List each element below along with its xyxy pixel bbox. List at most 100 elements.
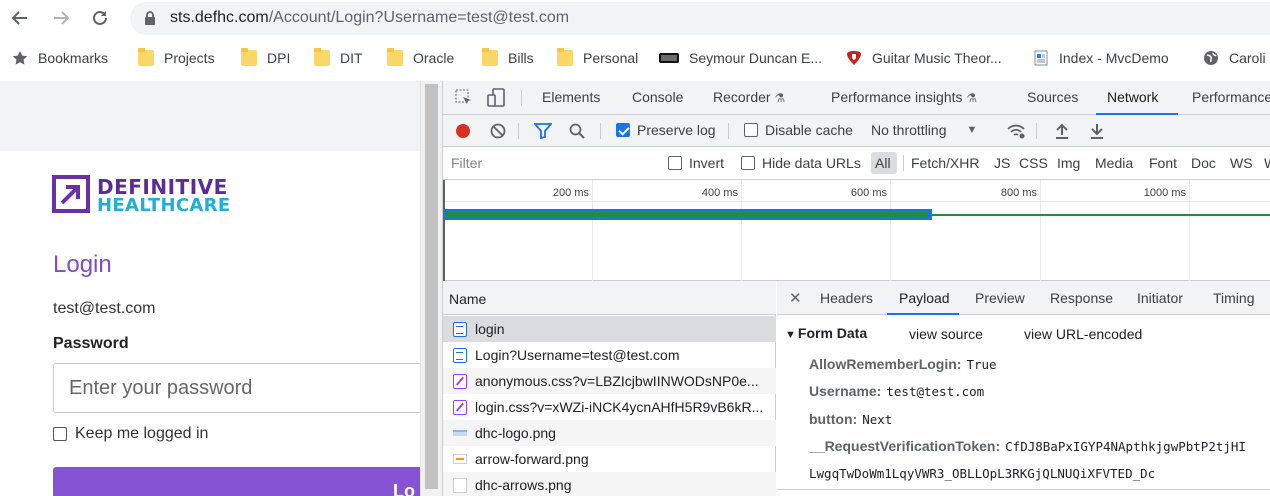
view-url-encoded-link[interactable]: view URL-encoded bbox=[1024, 326, 1142, 342]
tab-sources[interactable]: Sources bbox=[1027, 89, 1078, 105]
keep-logged-in-checkbox[interactable]: Keep me logged in bbox=[53, 425, 208, 443]
filter-type-wasm[interactable]: W bbox=[1264, 155, 1270, 171]
bookmark-label: Index - MvcDemo bbox=[1059, 50, 1169, 66]
filter-input[interactable] bbox=[447, 152, 652, 174]
hide-data-urls-checkbox[interactable]: Hide data URLs bbox=[741, 155, 861, 171]
bookmark-label: Bills bbox=[508, 50, 534, 66]
password-label: Password bbox=[53, 335, 129, 352]
login-button[interactable]: Lo bbox=[53, 467, 420, 496]
filter-type-media[interactable]: Media bbox=[1095, 155, 1133, 171]
bookmark-bookmarks[interactable]: Bookmarks bbox=[12, 48, 108, 68]
logo: DEFINITIVE HEALTHCARE bbox=[52, 175, 242, 219]
bookmark-projects[interactable]: Projects bbox=[138, 48, 215, 68]
network-timeline-overview[interactable]: 200 ms 400 ms 600 ms 800 ms 1000 ms bbox=[443, 180, 1270, 281]
filter-icon[interactable] bbox=[534, 123, 552, 139]
tab-payload[interactable]: Payload bbox=[899, 290, 950, 306]
hide-data-urls-label: Hide data URLs bbox=[762, 155, 861, 171]
bookmark-label: DIT bbox=[340, 50, 363, 66]
tab-console[interactable]: Console bbox=[632, 89, 683, 105]
checkbox-box[interactable] bbox=[744, 123, 758, 137]
filter-type-ws[interactable]: WS bbox=[1230, 155, 1253, 171]
request-name: dhc-logo.png bbox=[475, 425, 556, 441]
bookmark-index-mvcdemo[interactable]: Index - MvcDemo bbox=[1033, 48, 1169, 68]
tab-elements[interactable]: Elements bbox=[542, 89, 600, 105]
tab-initiator[interactable]: Initiator bbox=[1137, 290, 1183, 306]
username-display: test@test.com bbox=[53, 300, 156, 317]
filter-type-css[interactable]: CSS bbox=[1019, 155, 1048, 171]
download-icon[interactable] bbox=[1089, 122, 1105, 140]
bookmark-seymour-duncan[interactable]: Seymour Duncan E... bbox=[659, 48, 822, 68]
timeline-gridline bbox=[592, 180, 593, 281]
tab-timing[interactable]: Timing bbox=[1213, 290, 1255, 306]
network-conditions-icon[interactable] bbox=[1006, 123, 1026, 139]
request-list-header[interactable]: Name bbox=[443, 281, 776, 315]
back-button[interactable] bbox=[8, 6, 32, 30]
checkbox-box[interactable] bbox=[53, 427, 67, 441]
clear-icon[interactable] bbox=[490, 123, 506, 139]
search-icon[interactable] bbox=[569, 123, 585, 139]
bookmarks-bar: Bookmarks Projects DPI DIT Oracle Bills … bbox=[0, 39, 1270, 77]
request-row[interactable]: dhc-arrows.png bbox=[443, 472, 776, 496]
record-icon[interactable] bbox=[455, 123, 471, 139]
filter-type-img[interactable]: Img bbox=[1057, 155, 1080, 171]
upload-icon[interactable] bbox=[1054, 122, 1070, 140]
bookmark-guitar-music-theory[interactable]: Guitar Music Theor... bbox=[846, 48, 1002, 68]
bookmark-dpi[interactable]: DPI bbox=[241, 48, 290, 68]
keep-logged-in-label: Keep me logged in bbox=[75, 425, 209, 442]
filter-type-fetch-xhr[interactable]: Fetch/XHR bbox=[911, 155, 979, 171]
form-field-row: AllowRememberLogin: True bbox=[809, 356, 997, 372]
invert-checkbox[interactable]: Invert bbox=[668, 155, 724, 171]
password-input[interactable] bbox=[53, 363, 420, 413]
preserve-log-checkbox[interactable]: Preserve log bbox=[616, 122, 716, 138]
scrollbar-thumb[interactable] bbox=[425, 84, 438, 489]
throttling-select[interactable]: No throttling ▼ bbox=[871, 122, 977, 138]
checkbox-box[interactable] bbox=[616, 123, 630, 137]
request-row[interactable]: anonymous.css?v=LBZIcjbwIINWODsNP0e... bbox=[443, 368, 776, 394]
login-page: DEFINITIVE HEALTHCARE Login test@test.co… bbox=[0, 81, 420, 496]
tab-network[interactable]: Network bbox=[1107, 89, 1158, 105]
filter-type-doc[interactable]: Doc bbox=[1191, 155, 1216, 171]
field-key: __RequestVerificationToken: bbox=[809, 438, 1001, 454]
browser-toolbar: sts.defhc.com/Account/Login?Username=tes… bbox=[0, 0, 1270, 36]
page-scrollbar[interactable] bbox=[420, 81, 442, 496]
address-bar[interactable]: sts.defhc.com/Account/Login?Username=tes… bbox=[130, 2, 1270, 35]
bookmark-label: Personal bbox=[583, 50, 639, 66]
request-row[interactable]: Login?Username=test@test.com bbox=[443, 342, 776, 368]
tab-preview[interactable]: Preview bbox=[975, 290, 1025, 306]
reload-button[interactable] bbox=[88, 6, 112, 30]
tab-response[interactable]: Response bbox=[1050, 290, 1113, 306]
bookmark-personal[interactable]: Personal bbox=[557, 48, 638, 68]
bookmark-oracle[interactable]: Oracle bbox=[387, 48, 454, 68]
request-row[interactable]: arrow-forward.png bbox=[443, 446, 776, 472]
tab-performance[interactable]: Performance bbox=[1192, 89, 1270, 105]
inspect-element-icon[interactable] bbox=[455, 89, 473, 107]
url-text[interactable]: sts.defhc.com/Account/Login?Username=tes… bbox=[170, 9, 569, 27]
disable-cache-checkbox[interactable]: Disable cache bbox=[744, 122, 853, 138]
device-toolbar-icon[interactable] bbox=[487, 88, 507, 108]
tab-recorder[interactable]: Recorder ⚗ bbox=[713, 89, 785, 105]
checkbox-box[interactable] bbox=[741, 156, 755, 170]
form-field-row: __RequestVerificationToken: CfDJ8BaPxIGYP… bbox=[809, 438, 1246, 454]
view-source-link[interactable]: view source bbox=[909, 326, 983, 342]
close-icon[interactable]: ✕ bbox=[789, 289, 802, 307]
request-name: arrow-forward.png bbox=[475, 451, 589, 467]
bookmark-dit[interactable]: DIT bbox=[314, 48, 363, 68]
filter-type-js[interactable]: JS bbox=[994, 155, 1010, 171]
request-row[interactable]: dhc-logo.png bbox=[443, 420, 776, 446]
checkbox-box[interactable] bbox=[668, 156, 682, 170]
request-row[interactable]: login bbox=[443, 316, 776, 342]
bookmark-bills[interactable]: Bills bbox=[482, 48, 534, 68]
form-data-section-header[interactable]: ▼ Form Data bbox=[785, 325, 867, 341]
filter-type-all[interactable]: All bbox=[875, 155, 891, 171]
bookmark-label: Oracle bbox=[413, 50, 455, 66]
field-value: LwgqTwDoWm1LqyVWR3_OBLLOpL3RKGjQLNUQiXFV… bbox=[809, 466, 1156, 481]
filter-type-font[interactable]: Font bbox=[1149, 155, 1177, 171]
bookmark-label: Guitar Music Theor... bbox=[872, 50, 1002, 66]
throttling-value: No throttling bbox=[871, 122, 947, 138]
request-row[interactable]: login.css?v=xWZi-iNCK4ycnAHfH5R9vB6kR... bbox=[443, 394, 776, 420]
bookmark-caroli[interactable]: Caroli bbox=[1203, 48, 1266, 68]
forward-button[interactable] bbox=[49, 6, 73, 30]
tab-performance-insights[interactable]: Performance insights ⚗ bbox=[831, 89, 977, 105]
tab-headers[interactable]: Headers bbox=[820, 290, 873, 306]
stylesheet-icon bbox=[453, 373, 467, 389]
